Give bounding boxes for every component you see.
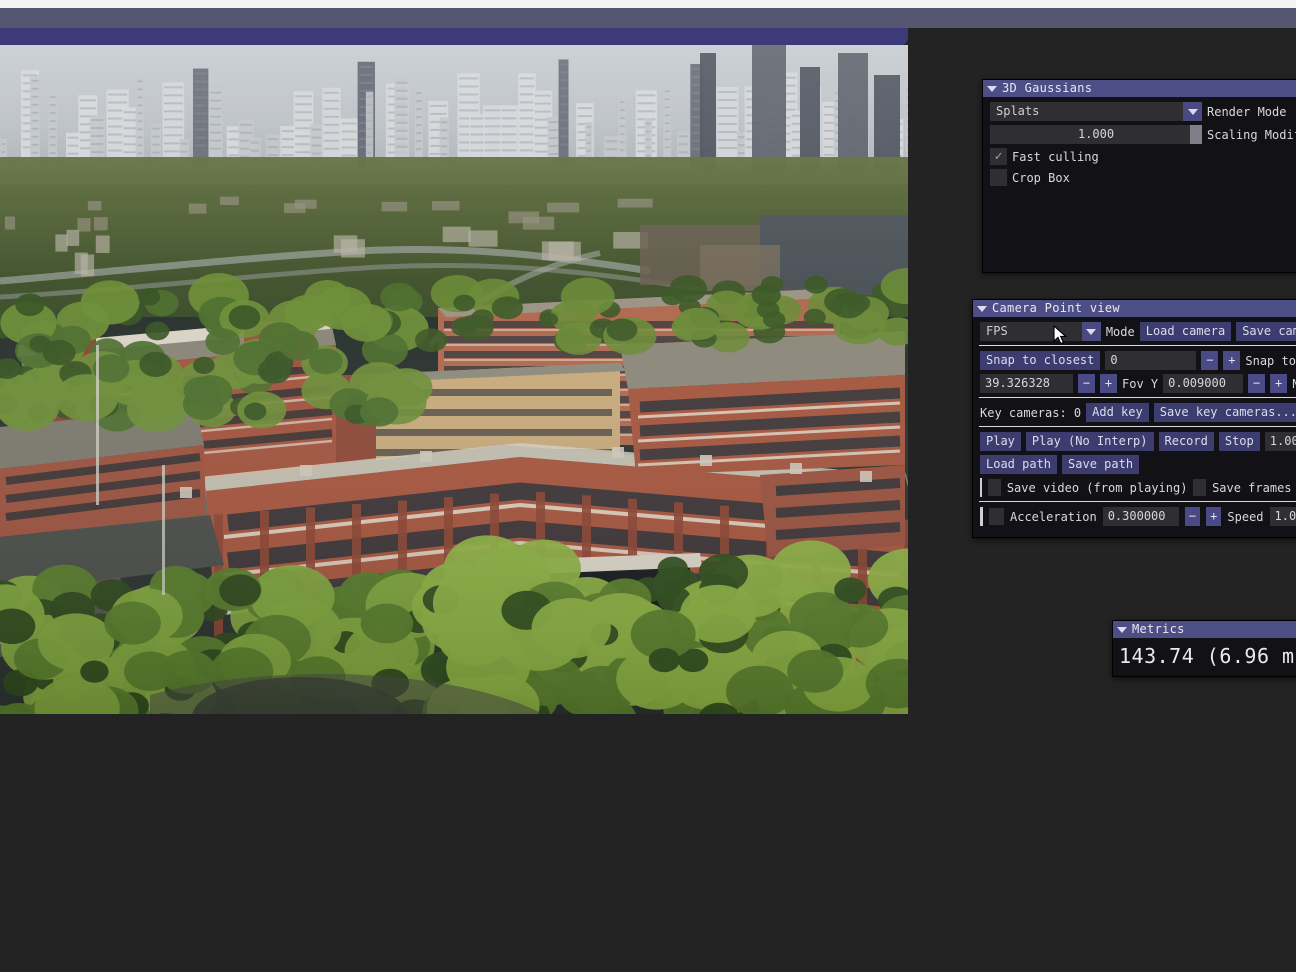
fov-x-plus-button[interactable]: + <box>1100 374 1117 393</box>
save-toggles-row: Save video (from playing) Save frames ( <box>973 478 1296 497</box>
snap-to-closest-button[interactable]: Snap to closest <box>980 351 1101 370</box>
fast-culling-label: Fast culling <box>1012 149 1099 164</box>
fov-y-input[interactable]: 0.009000 <box>1163 374 1244 393</box>
playback-row: Play Play (No Interp) Record Stop 1.0000 <box>973 432 1296 451</box>
path-row: Load path Save path <box>973 455 1296 474</box>
play-button[interactable]: Play <box>980 432 1021 451</box>
chevron-down-icon[interactable] <box>1183 102 1202 121</box>
acceleration-plus-button[interactable]: + <box>1206 507 1222 526</box>
panel-metrics-header[interactable]: Metrics <box>1113 621 1296 638</box>
camera-mode-select[interactable]: FPS <box>980 322 1101 341</box>
save-path-button[interactable]: Save path <box>1062 455 1140 474</box>
window-title-bar <box>0 8 1296 28</box>
camera-mode-value: FPS <box>986 324 1008 338</box>
divider <box>979 397 1296 398</box>
record-button[interactable]: Record <box>1158 432 1214 451</box>
divider <box>979 345 1296 346</box>
snap-index-input[interactable]: 0 <box>1105 351 1197 370</box>
panel-camera-title: Camera Point view <box>992 301 1120 315</box>
chevron-down-icon[interactable] <box>1081 322 1101 341</box>
crop-box-row: Crop Box <box>983 169 1296 186</box>
save-video-checkbox[interactable] <box>988 479 1001 496</box>
snap-row: Snap to closest 0 − + Snap to <box>973 351 1296 370</box>
slider-grip[interactable] <box>1190 125 1202 144</box>
panel-metrics-title: Metrics <box>1132 622 1185 636</box>
add-key-button[interactable]: Add key <box>1086 403 1149 422</box>
viewport-header-bar <box>0 28 908 46</box>
metrics-value: 143.74 (6.96 m <box>1119 644 1295 668</box>
collapse-triangle-icon[interactable] <box>1117 626 1127 633</box>
save-key-cameras-button[interactable]: Save key cameras... <box>1153 403 1296 422</box>
collapse-triangle-icon[interactable] <box>987 85 997 92</box>
panel-3d-gaussians: 3D Gaussians Splats Render Mode 1.000 Sc… <box>982 79 1296 273</box>
render-mode-label: Render Mode <box>1207 104 1287 119</box>
fast-culling-checkbox[interactable]: ✓ <box>990 148 1007 165</box>
app-window: 3D Gaussians Splats Render Mode 1.000 Sc… <box>0 0 1296 972</box>
save-frames-checkbox[interactable] <box>1193 479 1207 496</box>
fov-row: 39.326328 − + Fov Y 0.009000 − + N <box>973 374 1296 393</box>
duration-input[interactable]: 1.0000 <box>1264 432 1296 451</box>
snap-plus-button[interactable]: + <box>1223 351 1241 370</box>
camera-mode-row: FPS Mode Load camera Save cam <box>973 322 1296 341</box>
divider <box>979 501 1296 502</box>
crop-box-checkbox[interactable] <box>990 169 1007 186</box>
scaling-modifier-value: 1.000 <box>1077 127 1115 141</box>
fov-x-minus-button[interactable]: − <box>1078 374 1095 393</box>
panel-camera-point-view: Camera Point view FPS Mode Load camera S… <box>972 299 1296 538</box>
row-accent-bar <box>980 478 983 497</box>
load-camera-button[interactable]: Load camera <box>1139 322 1232 341</box>
panel-metrics: Metrics 143.74 (6.96 m <box>1112 620 1296 677</box>
acceleration-input[interactable]: 0.300000 <box>1102 507 1179 526</box>
fov-y-label: Fov Y <box>1122 376 1159 391</box>
row-accent-bar <box>980 507 983 526</box>
speed-label: Speed <box>1227 509 1264 524</box>
fov-y-plus-button[interactable]: + <box>1270 374 1288 393</box>
acceleration-minus-button[interactable]: − <box>1184 507 1201 526</box>
panel-3d-gaussians-header[interactable]: 3D Gaussians <box>983 80 1296 97</box>
panel-camera-header[interactable]: Camera Point view <box>973 300 1296 317</box>
speed-input[interactable]: 1.0 <box>1269 507 1296 526</box>
key-cameras-row: Key cameras: 0 Add key Save key cameras.… <box>973 403 1296 422</box>
fast-culling-row: ✓ Fast culling <box>983 148 1296 165</box>
render-mode-select[interactable]: Splats <box>990 102 1202 121</box>
scaling-modifier-label: Scaling Modif <box>1207 127 1296 142</box>
camera-mode-label: Mode <box>1105 324 1135 339</box>
render-canvas <box>0 45 908 714</box>
snap-minus-button[interactable]: − <box>1201 351 1219 370</box>
key-cameras-label: Key cameras: 0 <box>980 405 1082 420</box>
panel-metrics-body: 143.74 (6.96 m <box>1113 638 1296 676</box>
render-mode-value: Splats <box>996 104 1040 118</box>
save-video-label: Save video (from playing) <box>1006 480 1188 495</box>
scaling-modifier-row: 1.000 Scaling Modif <box>983 125 1296 144</box>
top-edge-strip <box>0 0 1296 8</box>
render-viewport[interactable] <box>0 45 908 714</box>
fov-trailing-label: N <box>1292 376 1296 391</box>
panel-3d-gaussians-body: Splats Render Mode 1.000 Scaling Modif ✓… <box>983 97 1296 272</box>
panel-3d-gaussians-title: 3D Gaussians <box>1002 81 1093 95</box>
panel-camera-body: FPS Mode Load camera Save cam Snap to cl… <box>973 317 1296 537</box>
save-frames-label: Save frames ( <box>1212 480 1296 495</box>
divider <box>979 426 1296 427</box>
save-camera-button[interactable]: Save cam <box>1236 322 1296 341</box>
fov-x-input[interactable]: 39.326328 <box>980 374 1073 393</box>
acceleration-checkbox[interactable] <box>988 508 1004 525</box>
collapse-triangle-icon[interactable] <box>977 305 987 312</box>
snap-to-label: Snap to <box>1245 353 1296 368</box>
acceleration-label: Acceleration <box>1010 509 1097 524</box>
crop-box-label: Crop Box <box>1012 170 1070 185</box>
render-mode-row: Splats Render Mode <box>983 102 1296 121</box>
fov-y-minus-button[interactable]: − <box>1248 374 1266 393</box>
stop-button[interactable]: Stop <box>1218 432 1260 451</box>
play-no-interp-button[interactable]: Play (No Interp) <box>1025 432 1154 451</box>
acceleration-row: Acceleration 0.300000 − + Speed 1.0 <box>973 507 1296 526</box>
load-path-button[interactable]: Load path <box>980 455 1058 474</box>
scaling-modifier-slider[interactable]: 1.000 <box>990 125 1202 144</box>
